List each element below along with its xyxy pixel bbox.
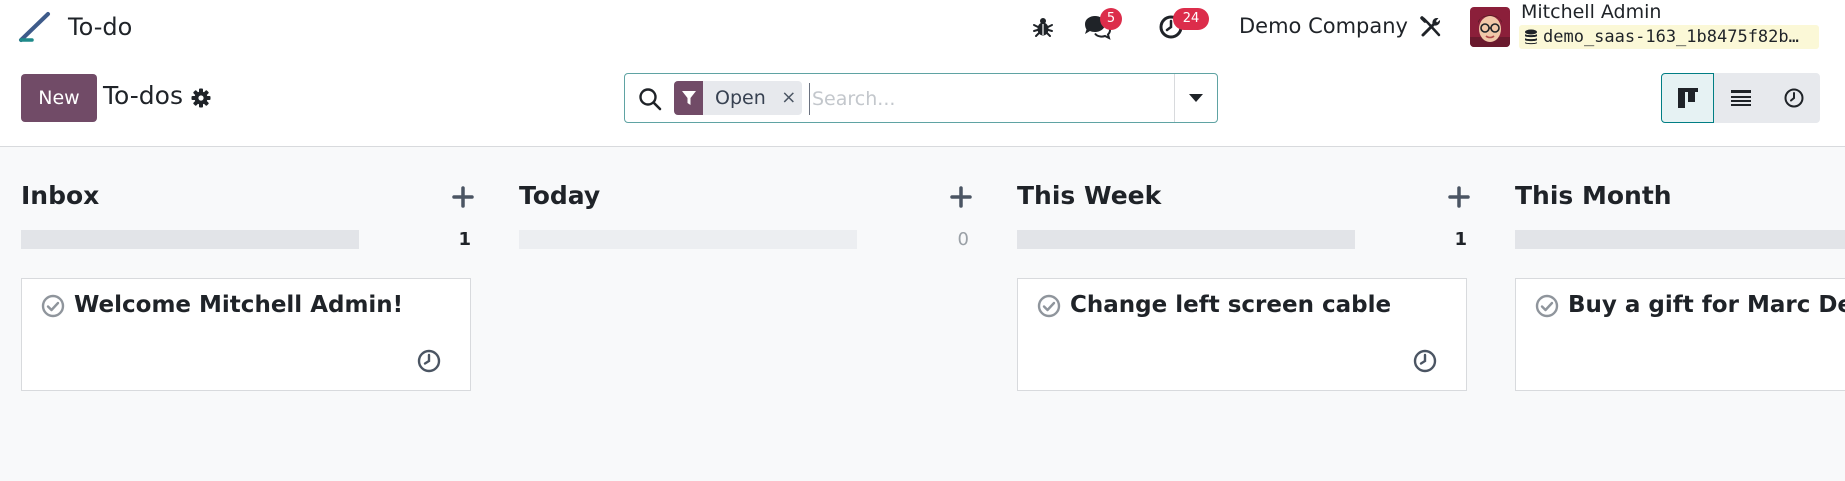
avatar-image: [1470, 7, 1510, 47]
database-chip: demo_saas-163_1b8475f82b…: [1519, 25, 1819, 49]
check-circle-icon[interactable]: [41, 294, 65, 318]
kanban-column-this-month: This Month Buy a gift for Marc Demo's: [1515, 147, 1845, 481]
column-title: This Month: [1515, 181, 1672, 210]
caret-down-icon: [1189, 94, 1203, 102]
messages-badge: 5: [1100, 8, 1122, 30]
card-title: Welcome Mitchell Admin!: [74, 292, 404, 318]
kanban-icon: [1677, 88, 1698, 108]
control-panel: New To-dos Open ×: [0, 54, 1845, 147]
view-switcher: [1661, 73, 1820, 123]
activity-view-button[interactable]: [1767, 73, 1820, 123]
kanban-view-button[interactable]: [1661, 73, 1714, 123]
new-button[interactable]: New: [21, 74, 97, 122]
app-brand[interactable]: To-do: [18, 10, 132, 44]
kanban-card[interactable]: Change left screen cable: [1017, 278, 1467, 391]
check-circle-icon[interactable]: [1535, 294, 1559, 318]
kanban-column-this-week: This Week 1 Change left screen cable: [1017, 147, 1470, 481]
kanban-card[interactable]: Buy a gift for Marc Demo's: [1515, 278, 1845, 391]
facet-remove-button[interactable]: ×: [776, 81, 802, 115]
activity-clock-icon[interactable]: [1412, 348, 1438, 374]
check-circle-icon[interactable]: [1037, 294, 1061, 318]
card-title: Change left screen cable: [1070, 292, 1392, 318]
user-avatar[interactable]: [1470, 7, 1510, 47]
bug-icon: [1033, 18, 1053, 37]
page-title: To-dos: [103, 81, 183, 110]
wrench-screwdriver-icon: [1420, 16, 1441, 37]
column-count: 1: [1454, 229, 1467, 250]
column-add-icon[interactable]: [948, 184, 974, 210]
kanban-card[interactable]: Welcome Mitchell Admin!: [21, 278, 471, 391]
database-name: demo_saas-163_1b8475f82b…: [1543, 27, 1799, 47]
settings-tools-button[interactable]: [1415, 12, 1447, 42]
card-title: Buy a gift for Marc Demo's: [1568, 292, 1845, 318]
gear-icon[interactable]: [190, 87, 212, 109]
user-name[interactable]: Mitchell Admin: [1521, 1, 1661, 23]
activities-badge: 24: [1173, 8, 1209, 30]
facet-label: Open: [715, 87, 766, 109]
column-progress-bar[interactable]: [519, 230, 857, 249]
filter-icon: [674, 81, 703, 115]
company-switcher[interactable]: Demo Company: [1239, 14, 1408, 38]
column-title: Inbox: [21, 181, 100, 210]
app-name: To-do: [68, 13, 133, 41]
activity-clock-icon[interactable]: [416, 348, 442, 374]
kanban-column-inbox: Inbox 1 Welcome Mitchell Admin!: [21, 147, 474, 481]
clock-icon: [1784, 88, 1803, 108]
list-view-button[interactable]: [1714, 73, 1767, 123]
column-count: 1: [458, 229, 471, 250]
search-input[interactable]: [809, 83, 1094, 115]
column-progress-bar[interactable]: [1515, 230, 1845, 249]
search-icon[interactable]: [637, 86, 663, 112]
column-count: 0: [957, 229, 969, 250]
column-add-icon[interactable]: [1446, 184, 1472, 210]
top-navbar: To-do 5 24 Demo Company Mitchell Admin d…: [0, 0, 1845, 54]
debug-button[interactable]: [1027, 12, 1059, 42]
column-progress-bar[interactable]: [1017, 230, 1355, 249]
list-icon: [1730, 90, 1751, 106]
column-title: Today: [519, 181, 601, 210]
column-add-icon[interactable]: [450, 184, 476, 210]
database-icon: [1525, 29, 1537, 45]
column-title: This Week: [1017, 181, 1162, 210]
column-progress-bar[interactable]: [21, 230, 359, 249]
kanban-column-today: Today 0: [519, 147, 972, 481]
pencil-icon: [19, 12, 50, 42]
search-options-toggle[interactable]: [1174, 74, 1217, 122]
search-bar: Open ×: [624, 73, 1218, 123]
search-facet: Open ×: [674, 81, 802, 115]
